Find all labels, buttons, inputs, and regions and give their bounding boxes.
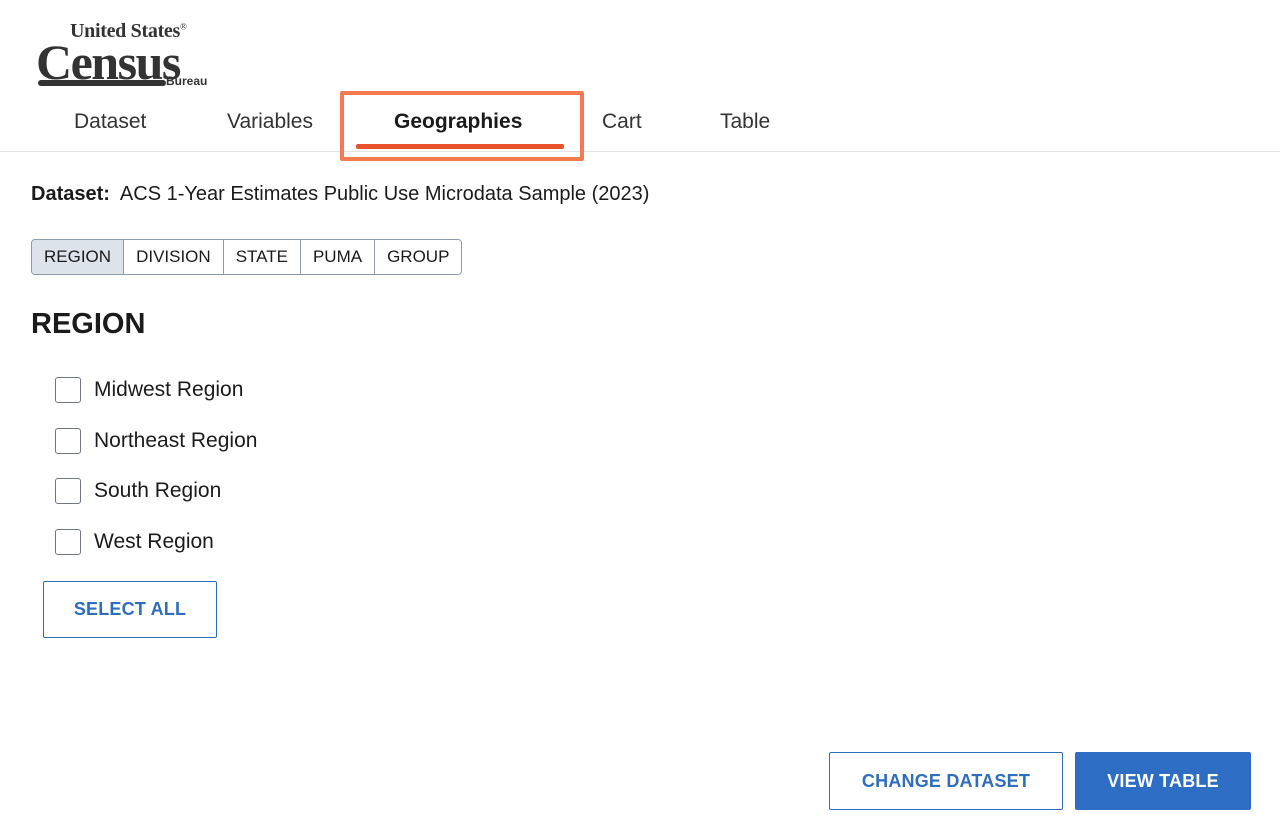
change-dataset-button[interactable]: CHANGE DATASET — [829, 752, 1063, 810]
checkbox-row-west[interactable]: West Region — [55, 527, 214, 557]
segment-division[interactable]: DIVISION — [124, 240, 224, 274]
segment-group[interactable]: GROUP — [375, 240, 462, 274]
checkbox-west[interactable] — [55, 529, 81, 555]
tab-table[interactable]: Table — [720, 110, 770, 140]
page: United States® Census Bureau Dataset Var… — [0, 0, 1280, 816]
registered-mark: ® — [180, 21, 187, 32]
tab-variables[interactable]: Variables — [227, 110, 313, 140]
checkbox-midwest[interactable] — [55, 377, 81, 403]
dataset-info: Dataset: ACS 1-Year Estimates Public Use … — [31, 183, 649, 206]
segment-region[interactable]: REGION — [32, 240, 125, 274]
checkbox-label: Midwest Region — [94, 378, 244, 401]
tab-bar: Dataset Variables Geographies Cart Table — [0, 100, 1280, 152]
checkbox-label: Northeast Region — [94, 429, 258, 452]
dataset-label: Dataset: — [31, 183, 110, 205]
segment-state[interactable]: STATE — [223, 240, 301, 274]
checkbox-south[interactable] — [55, 478, 81, 504]
segment-puma[interactable]: PUMA — [300, 240, 376, 274]
active-tab-indicator — [356, 144, 564, 149]
tab-cart[interactable]: Cart — [602, 110, 642, 140]
geography-level-selector: REGION DIVISION STATE PUMA GROUP — [31, 239, 463, 275]
checkbox-row-northeast[interactable]: Northeast Region — [55, 426, 257, 456]
tab-geographies[interactable]: Geographies — [394, 110, 522, 140]
logo-text-bureau: Bureau — [166, 74, 208, 88]
checkbox-northeast[interactable] — [55, 428, 81, 454]
checkbox-label: South Region — [94, 479, 222, 502]
tab-dataset[interactable]: Dataset — [74, 110, 146, 140]
checkbox-row-midwest[interactable]: Midwest Region — [55, 375, 243, 405]
select-all-button[interactable]: SELECT ALL — [43, 581, 217, 638]
view-table-button[interactable]: VIEW TABLE — [1075, 752, 1251, 810]
checkbox-label: West Region — [94, 530, 214, 553]
census-logo[interactable]: United States® Census Bureau — [36, 18, 216, 90]
section-title: REGION — [31, 308, 146, 340]
logo-swoosh — [38, 80, 166, 86]
dataset-value: ACS 1-Year Estimates Public Use Microdat… — [119, 183, 650, 205]
checkbox-row-south[interactable]: South Region — [55, 476, 221, 506]
